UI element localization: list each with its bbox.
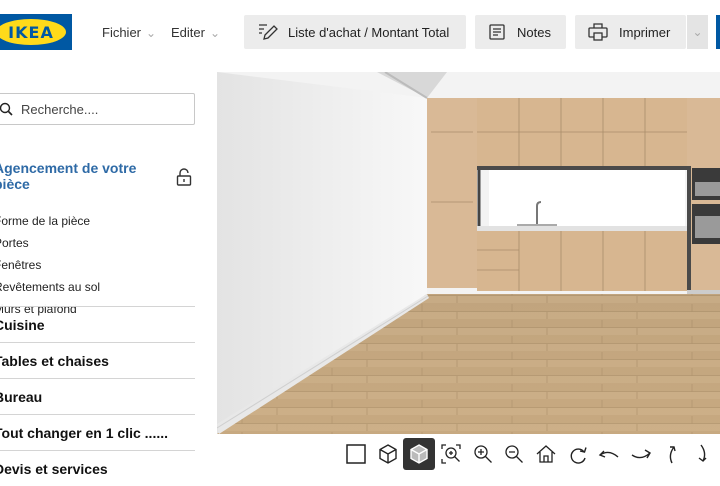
tall-cabinet-left bbox=[427, 98, 477, 288]
zoom-in-icon bbox=[473, 445, 492, 463]
view-3d-icon bbox=[378, 444, 397, 464]
notes-label: Notes bbox=[517, 24, 551, 40]
logo-text: IKEA bbox=[8, 22, 54, 42]
list-item[interactable]: Portes bbox=[0, 232, 100, 254]
backsplash bbox=[489, 170, 685, 226]
list-item[interactable]: Forme de la pièce bbox=[0, 210, 100, 232]
3d-viewport[interactable] bbox=[217, 72, 720, 434]
base-cabinets bbox=[477, 231, 689, 291]
ikea-logo[interactable]: IKEA bbox=[0, 14, 72, 50]
view-3d-solid-icon bbox=[410, 444, 428, 464]
print-button[interactable]: Imprimer bbox=[575, 15, 686, 49]
tilt-up-icon bbox=[669, 446, 676, 464]
orbit-right-icon bbox=[631, 449, 651, 459]
category-devis-services[interactable]: Devis et services bbox=[0, 450, 195, 486]
notes-icon bbox=[489, 24, 505, 40]
plan-2d-icon bbox=[346, 444, 366, 464]
menu-editer-label: Editer bbox=[171, 25, 205, 40]
category-tables-chaises[interactable]: Tables et chaises bbox=[0, 342, 195, 378]
zoom-out-icon bbox=[505, 445, 524, 463]
view-3d-solid-button[interactable] bbox=[403, 438, 436, 470]
zoom-out-button[interactable] bbox=[498, 438, 530, 470]
orbit-left-icon bbox=[598, 450, 619, 458]
tilt-down-icon bbox=[698, 444, 707, 462]
kitchen-3d-scene bbox=[217, 72, 720, 434]
rotate-cw-button[interactable] bbox=[562, 438, 594, 470]
list-fade bbox=[0, 292, 217, 306]
lock-open-icon[interactable] bbox=[176, 167, 192, 187]
rotate-cw-icon bbox=[570, 447, 587, 464]
menu-fichier-label: Fichier bbox=[102, 25, 142, 40]
blue-action-button[interactable] bbox=[716, 15, 720, 49]
zoom-in-button[interactable] bbox=[467, 438, 499, 470]
home-icon bbox=[536, 445, 556, 463]
section-title[interactable]: Agencement de votre pièce bbox=[0, 160, 164, 192]
menu-fichier[interactable]: Fichier ⌄ bbox=[102, 25, 156, 40]
plan-2d-button[interactable] bbox=[340, 438, 372, 470]
zoom-fit-button[interactable] bbox=[435, 438, 467, 470]
chevron-down-icon: ⌄ bbox=[692, 25, 703, 39]
printer-icon bbox=[588, 23, 608, 41]
category-tout-changer[interactable]: Tout changer en 1 clic ...... bbox=[0, 414, 195, 450]
chevron-down-icon: ⌄ bbox=[146, 25, 157, 40]
print-options-dropdown[interactable]: ⌄ bbox=[686, 15, 708, 49]
list-item[interactable]: Fenêtres bbox=[0, 254, 100, 276]
view-3d-button[interactable] bbox=[372, 438, 404, 470]
shopping-list-button[interactable]: Liste d'achat / Montant Total bbox=[244, 15, 466, 49]
shopping-list-label: Liste d'achat / Montant Total bbox=[288, 24, 450, 40]
chevron-down-icon: ⌄ bbox=[209, 25, 221, 40]
orbit-left-button[interactable] bbox=[593, 438, 625, 470]
search-input[interactable] bbox=[21, 101, 171, 117]
menu-editer[interactable]: Editer ⌄ bbox=[171, 25, 220, 40]
notes-button[interactable]: Notes bbox=[475, 15, 566, 49]
zoom-fit-icon bbox=[441, 444, 461, 464]
home-button[interactable] bbox=[530, 438, 562, 470]
tilt-down-button[interactable] bbox=[688, 438, 720, 470]
orbit-right-button[interactable] bbox=[625, 438, 657, 470]
pencil-list-icon bbox=[259, 24, 278, 40]
search-icon bbox=[0, 102, 13, 116]
logo-oval: IKEA bbox=[0, 19, 66, 45]
category-bureau[interactable]: Bureau bbox=[0, 378, 195, 414]
print-label: Imprimer bbox=[619, 24, 671, 40]
category-cuisine[interactable]: Cuisine bbox=[0, 306, 195, 342]
top-bar: IKEA Fichier ⌄ Editer ⌄ Liste d'achat / … bbox=[0, 0, 720, 64]
tilt-up-button[interactable] bbox=[657, 438, 689, 470]
search-box[interactable] bbox=[0, 93, 195, 125]
sidebar: Agencement de votre pièce Forme de la pi… bbox=[0, 64, 217, 484]
view-toolbar bbox=[340, 436, 720, 472]
